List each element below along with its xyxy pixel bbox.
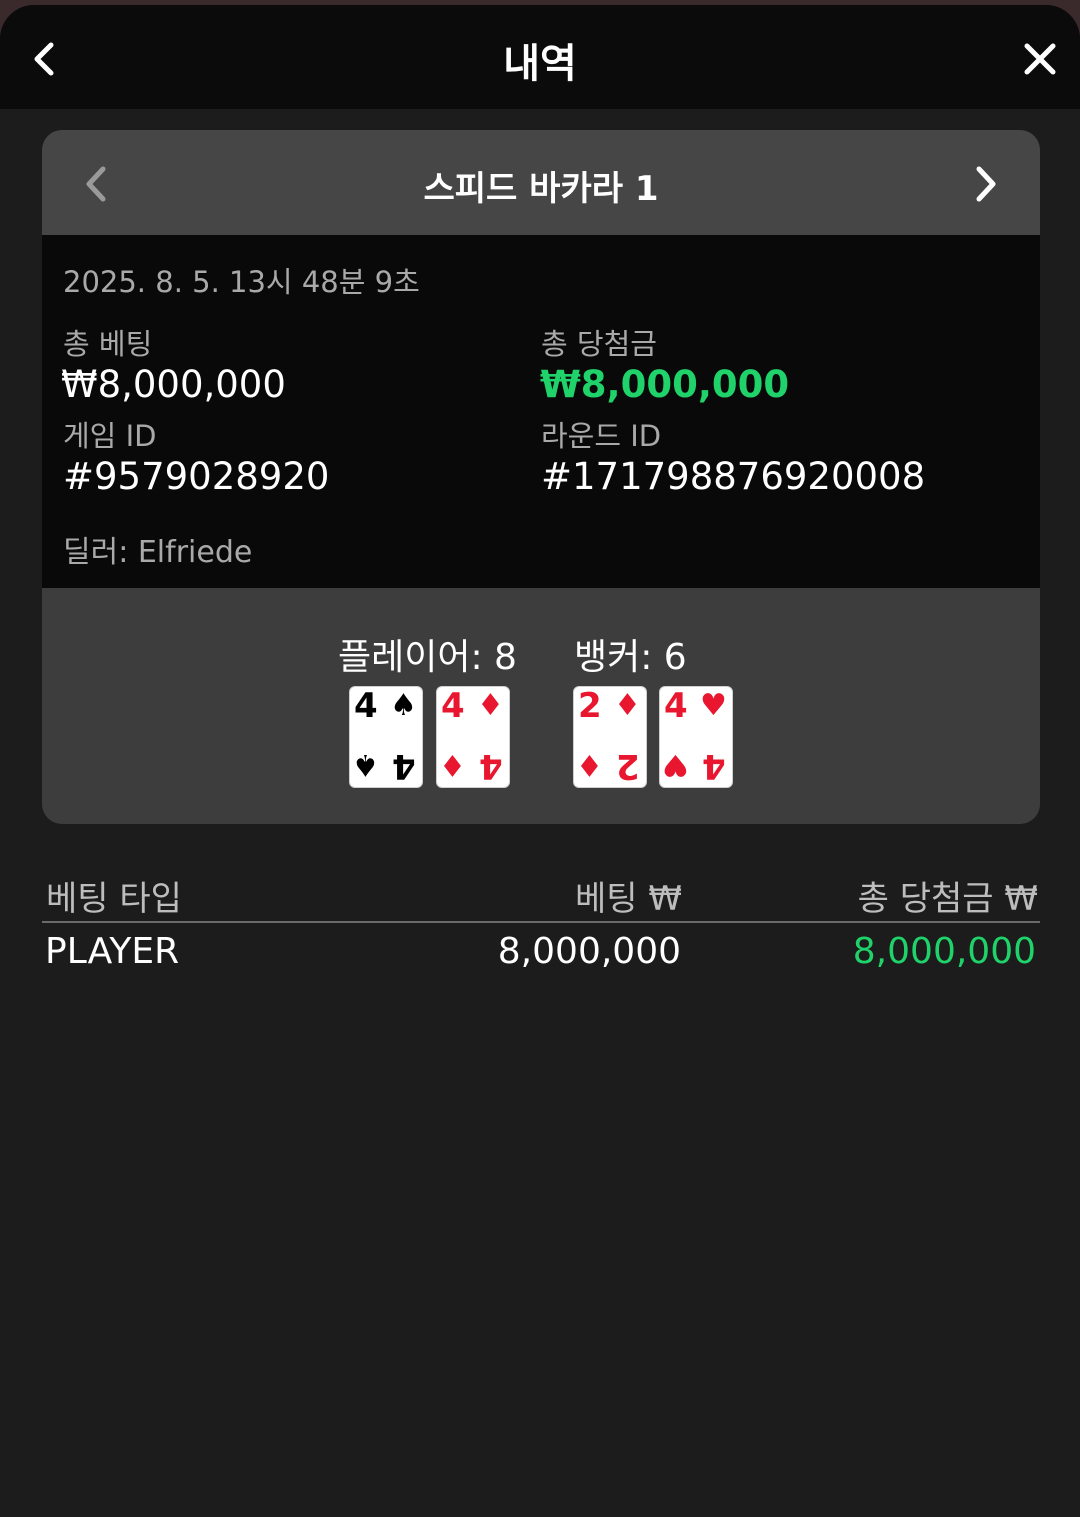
heart-icon: ♥	[700, 688, 727, 723]
game-title: 스피드 바카라 1	[423, 169, 659, 209]
diamond-icon: ♦	[614, 688, 641, 723]
column-header-total-win: 총 당첨금 ₩	[857, 879, 1038, 919]
round-card: 스피드 바카라 1 2025. 8. 5. 13시 48분 9초 총 베팅 ₩8…	[42, 130, 1040, 824]
heart-icon: ♥	[662, 747, 689, 782]
total-bet-value: ₩8,000,000	[61, 363, 286, 406]
total-win-value: ₩8,000,000	[540, 363, 790, 406]
banker-score: 뱅커: 6	[574, 637, 687, 678]
game-id-value: #9579028920	[63, 455, 330, 498]
bet-amount-cell: 8,000,000	[497, 931, 681, 972]
card-rank: 2	[578, 686, 602, 726]
spade-icon: ♠	[352, 747, 379, 782]
column-header-bet-type: 베팅 타입	[46, 879, 182, 919]
banker-card-1: 2 ♦ ♦ 2	[573, 686, 647, 788]
total-win-cell: 8,000,000	[852, 931, 1036, 972]
diamond-icon: ♦	[439, 747, 466, 782]
spade-icon: ♠	[390, 688, 417, 723]
player-card-1: 4 ♠ ♠ 4	[349, 686, 423, 788]
total-win-label: 총 당첨금	[541, 327, 657, 361]
history-panel: 내역 스피드 바카라 1 2025. 8. 5. 13시 48분 9초 총 베팅…	[0, 5, 1080, 1517]
player-card-2: 4 ♦ ♦ 4	[436, 686, 510, 788]
top-bar: 내역	[0, 5, 1080, 109]
chevron-right-icon	[976, 166, 996, 202]
card-rank: 4	[479, 746, 503, 786]
dealer-name: 딜러: Elfriede	[63, 535, 253, 570]
close-button[interactable]	[1010, 29, 1070, 89]
bet-type-cell: PLAYER	[45, 931, 180, 972]
total-bet-label: 총 베팅	[63, 327, 153, 361]
table-divider	[42, 921, 1040, 923]
card-rank: 4	[392, 746, 416, 786]
game-header: 스피드 바카라 1	[42, 130, 1040, 235]
diamond-icon: ♦	[477, 688, 504, 723]
banker-card-2: 4 ♥ ♥ 4	[659, 686, 733, 788]
column-header-bet-amount: 베팅 ₩	[575, 879, 682, 919]
round-datetime: 2025. 8. 5. 13시 48분 9초	[63, 265, 420, 299]
round-result: 플레이어: 8 뱅커: 6 4 ♠ ♠ 4 4 ♦ ♦ 4 2 ♦ ♦ 2 4	[42, 588, 1040, 824]
player-score: 플레이어: 8	[338, 637, 517, 678]
card-rank: 2	[616, 746, 640, 786]
close-icon	[1024, 43, 1056, 75]
round-info: 2025. 8. 5. 13시 48분 9초 총 베팅 ₩8,000,000 총…	[42, 235, 1040, 588]
card-rank: 4	[441, 686, 465, 726]
card-rank: 4	[702, 746, 726, 786]
round-id-value: #171798876920008	[541, 455, 926, 498]
card-rank: 4	[664, 686, 688, 726]
next-round-button[interactable]	[956, 154, 1016, 214]
round-id-label: 라운드 ID	[541, 419, 662, 453]
page-title: 내역	[503, 41, 577, 87]
diamond-icon: ♦	[576, 747, 603, 782]
card-rank: 4	[354, 686, 378, 726]
game-id-label: 게임 ID	[63, 419, 157, 453]
